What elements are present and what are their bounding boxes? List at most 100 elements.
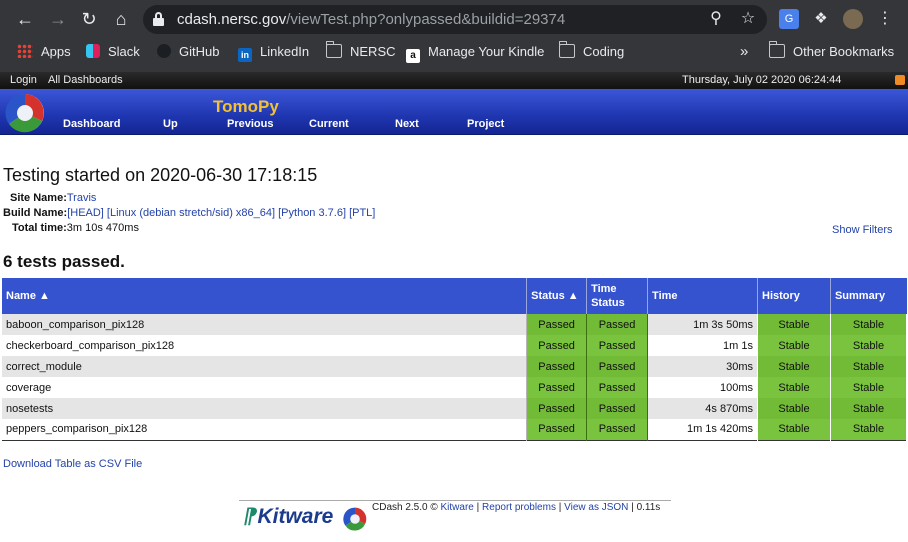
bookmark-coding[interactable]: Coding bbox=[559, 41, 624, 61]
avatar[interactable] bbox=[843, 9, 863, 29]
test-time-status: Passed bbox=[586, 314, 649, 335]
col-time[interactable]: Time bbox=[647, 278, 758, 314]
site-link[interactable]: Travis bbox=[67, 192, 97, 204]
table-row: baboon_comparison_pix128 Passed Passed 1… bbox=[2, 314, 908, 335]
test-name[interactable]: coverage bbox=[2, 377, 528, 398]
test-name[interactable]: baboon_comparison_pix128 bbox=[2, 314, 528, 335]
test-time: 1m 1s bbox=[647, 335, 758, 356]
table-row: nosetests Passed Passed 4s 870ms Stable … bbox=[2, 398, 908, 419]
menu-current[interactable]: Current bbox=[309, 118, 349, 130]
test-name[interactable]: peppers_comparison_pix128 bbox=[2, 419, 528, 440]
page-title: Testing started on 2020-06-30 17:18:15 bbox=[3, 165, 318, 185]
footer-text: CDash 2.5.0 © Kitware | Report problems … bbox=[372, 502, 661, 513]
test-time-status: Passed bbox=[586, 335, 649, 356]
test-status[interactable]: Passed bbox=[526, 314, 588, 335]
table-row: checkerboard_comparison_pix128 Passed Pa… bbox=[2, 335, 908, 356]
col-name[interactable]: Name ▲ bbox=[2, 278, 528, 314]
test-status[interactable]: Passed bbox=[526, 419, 588, 440]
show-filters-link[interactable]: Show Filters bbox=[832, 224, 893, 236]
report-problems-link[interactable]: Report problems bbox=[482, 502, 556, 513]
home-icon[interactable]: ⌂ bbox=[110, 8, 132, 30]
all-dashboards-link[interactable]: All Dashboards bbox=[48, 74, 123, 86]
test-status[interactable]: Passed bbox=[526, 356, 588, 377]
puzzle-icon[interactable]: ❖ bbox=[811, 9, 831, 29]
test-summary: Stable bbox=[830, 377, 908, 398]
amazon-icon: a bbox=[406, 49, 420, 63]
bookmark-other[interactable]: Other Bookmarks bbox=[769, 41, 894, 61]
tests-summary: 6 tests passed. bbox=[3, 252, 125, 271]
bookmark-slack[interactable]: Slack bbox=[86, 43, 140, 61]
bookmarks-bar: Apps Slack GitHub in LinkedIn NERSC a Mana… bbox=[0, 38, 908, 66]
url-text: cdash.nersc.gov/viewTest.php?onlypassed&… bbox=[177, 11, 566, 28]
build-info: Build Name:[HEAD] [Linux (debian stretch… bbox=[3, 207, 375, 219]
kitware-logo[interactable]: ⁋Kitware bbox=[243, 504, 333, 528]
bookmark-linkedin[interactable]: in LinkedIn bbox=[238, 43, 309, 62]
menu-previous[interactable]: Previous bbox=[227, 118, 273, 130]
table-header-row: Name ▲ Status ▲ Time Status Time History… bbox=[2, 278, 907, 314]
sort-up-icon: ▲ bbox=[39, 290, 50, 302]
view-json-link[interactable]: View as JSON bbox=[564, 502, 628, 513]
col-status[interactable]: Status ▲ bbox=[526, 278, 588, 314]
table-row: correct_module Passed Passed 30ms Stable… bbox=[2, 356, 908, 377]
test-summary: Stable bbox=[830, 335, 908, 356]
translate-icon[interactable]: G bbox=[779, 9, 799, 29]
tests-table: Name ▲ Status ▲ Time Status Time History… bbox=[2, 278, 908, 441]
test-time-status: Passed bbox=[586, 419, 649, 440]
test-time-status: Passed bbox=[586, 377, 649, 398]
test-status[interactable]: Passed bbox=[526, 377, 588, 398]
menu-up[interactable]: Up bbox=[163, 118, 178, 130]
cdash-topbar: Login All Dashboards Thursday, July 02 2… bbox=[0, 72, 908, 89]
menu-next[interactable]: Next bbox=[395, 118, 419, 130]
cdash-version: CDash 2.5.0 © bbox=[372, 502, 438, 513]
cdash-logo[interactable] bbox=[5, 93, 45, 133]
test-name[interactable]: correct_module bbox=[2, 356, 528, 377]
lock-icon bbox=[153, 12, 164, 26]
cdash-logo bbox=[343, 507, 367, 531]
col-summary[interactable]: Summary bbox=[830, 278, 907, 314]
address-bar[interactable]: cdash.nersc.gov/viewTest.php?onlypassed&… bbox=[143, 5, 767, 34]
bookmark-github[interactable]: GitHub bbox=[157, 43, 219, 61]
kebab-menu-icon[interactable]: ⋮ bbox=[875, 9, 895, 29]
test-time: 100ms bbox=[647, 377, 758, 398]
test-summary: Stable bbox=[830, 314, 908, 335]
test-name[interactable]: nosetests bbox=[2, 398, 528, 419]
test-status[interactable]: Passed bbox=[526, 335, 588, 356]
test-history: Stable bbox=[757, 419, 831, 440]
col-history[interactable]: History bbox=[757, 278, 831, 314]
reload-icon[interactable]: ↻ bbox=[78, 8, 100, 30]
col-time-status[interactable]: Time Status bbox=[586, 278, 649, 314]
rss-icon[interactable] bbox=[895, 75, 905, 85]
bookmarks-overflow[interactable]: » bbox=[740, 43, 748, 61]
test-time: 1m 3s 50ms bbox=[647, 314, 758, 335]
forward-icon[interactable]: → bbox=[47, 8, 69, 30]
bookmark-nersc[interactable]: NERSC bbox=[326, 41, 396, 61]
cdash-header: TomoPy Dashboard Up Previous Current Nex… bbox=[0, 89, 908, 135]
test-summary: Stable bbox=[830, 419, 908, 440]
total-time-value: 3m 10s 470ms bbox=[66, 222, 139, 234]
footer-divider bbox=[239, 500, 671, 501]
build-label: Build Name: bbox=[3, 207, 68, 219]
apps-grid-icon bbox=[17, 44, 33, 58]
bookmark-kindle[interactable]: a Manage Your Kindle bbox=[406, 43, 544, 63]
site-label: Site Name: bbox=[10, 192, 67, 204]
browser-toolbar: ← → ↻ ⌂ cdash.nersc.gov/viewTest.php?onl… bbox=[0, 0, 908, 38]
kitware-link[interactable]: Kitware bbox=[441, 502, 474, 513]
login-link[interactable]: Login bbox=[10, 74, 37, 86]
menu-dashboard[interactable]: Dashboard bbox=[63, 118, 120, 130]
download-csv-link[interactable]: Download Table as CSV File bbox=[3, 458, 142, 470]
datetime: Thursday, July 02 2020 06:24:44 bbox=[682, 74, 842, 86]
test-status[interactable]: Passed bbox=[526, 398, 588, 419]
github-icon bbox=[157, 44, 171, 58]
build-link[interactable]: [HEAD] [Linux (debian stretch/sid) x86_6… bbox=[67, 207, 375, 219]
test-history: Stable bbox=[757, 356, 831, 377]
test-name[interactable]: checkerboard_comparison_pix128 bbox=[2, 335, 528, 356]
zoom-icon[interactable]: ⚲ bbox=[706, 9, 726, 29]
back-icon[interactable]: ← bbox=[14, 8, 36, 30]
menu-project[interactable]: Project bbox=[467, 118, 504, 130]
browser-chrome: ← → ↻ ⌂ cdash.nersc.gov/viewTest.php?onl… bbox=[0, 0, 908, 72]
bookmark-apps[interactable]: Apps bbox=[17, 43, 71, 61]
test-summary: Stable bbox=[830, 356, 908, 377]
test-summary: Stable bbox=[830, 398, 908, 419]
table-row: coverage Passed Passed 100ms Stable Stab… bbox=[2, 377, 908, 398]
star-icon[interactable]: ☆ bbox=[738, 9, 758, 29]
